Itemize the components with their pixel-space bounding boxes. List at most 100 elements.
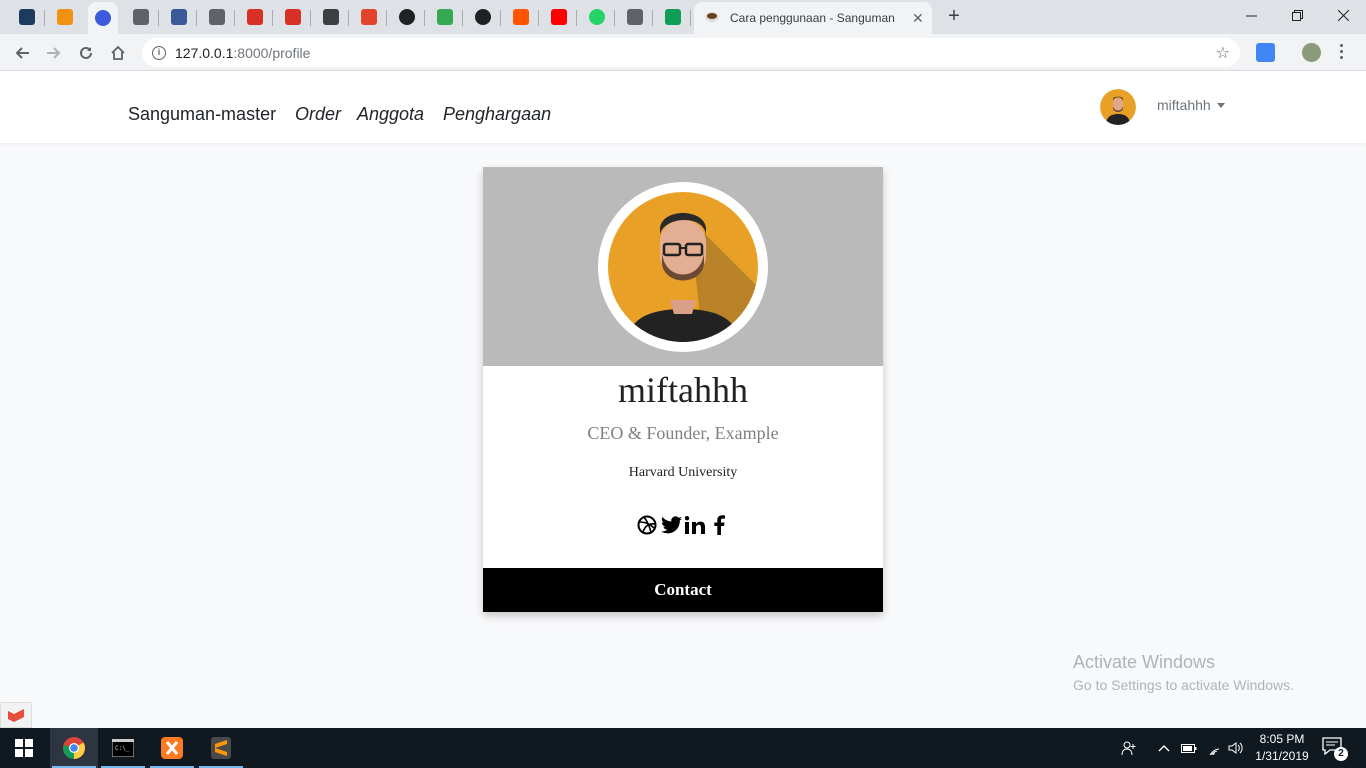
youtube-icon bbox=[551, 9, 567, 25]
pinned-tab[interactable] bbox=[126, 4, 159, 30]
tab-separator bbox=[652, 10, 653, 26]
mail-icon bbox=[19, 9, 35, 25]
tab-separator bbox=[44, 10, 45, 26]
pinned-tab[interactable] bbox=[582, 4, 615, 30]
xampp-icon[interactable] bbox=[148, 728, 196, 768]
site-navbar: Sanguman-master Order Anggota Penghargaa… bbox=[0, 71, 1366, 143]
battery-icon[interactable] bbox=[1180, 728, 1198, 768]
pinned-tab[interactable] bbox=[164, 4, 197, 30]
restore-icon[interactable] bbox=[1274, 0, 1320, 30]
profile-avatar-image bbox=[598, 182, 768, 352]
tab-title: Cara penggunaan - Sanguman bbox=[730, 11, 895, 25]
tab-separator bbox=[614, 10, 615, 26]
nav-link-penghargaan[interactable]: Penghargaan bbox=[443, 104, 551, 125]
activate-windows-subtitle: Go to Settings to activate Windows. bbox=[1073, 677, 1294, 693]
volume-icon[interactable] bbox=[1227, 728, 1245, 768]
wifi-icon[interactable] bbox=[1205, 728, 1223, 768]
nav-link-order[interactable]: Order bbox=[295, 104, 341, 125]
active-browser-tab[interactable]: Cara penggunaan - Sanguman ✕ bbox=[694, 2, 932, 34]
profile-card: miftahhh CEO & Founder, Example Harvard … bbox=[483, 167, 883, 612]
pinned-tab[interactable] bbox=[88, 2, 118, 34]
pinned-tab[interactable] bbox=[12, 4, 45, 30]
tab-separator bbox=[462, 10, 463, 26]
profile-organization: Harvard University bbox=[628, 465, 738, 480]
linkedin-icon[interactable] bbox=[684, 514, 706, 536]
navbar-avatar[interactable] bbox=[1100, 89, 1136, 125]
pinned-tab[interactable] bbox=[240, 4, 273, 30]
reload-icon[interactable] bbox=[73, 40, 99, 66]
laravel-debug-icon[interactable] bbox=[0, 702, 32, 728]
forward-arrow-icon[interactable] bbox=[41, 40, 67, 66]
google-translate-icon[interactable] bbox=[1256, 43, 1275, 62]
mountain-icon bbox=[437, 9, 453, 25]
clock-date: 1/31/2019 bbox=[1255, 749, 1309, 763]
tab-separator bbox=[500, 10, 501, 26]
close-window-icon[interactable] bbox=[1320, 0, 1366, 30]
gmail-icon bbox=[247, 9, 263, 25]
pinned-tab[interactable] bbox=[430, 4, 463, 30]
windows-start-icon[interactable] bbox=[0, 728, 48, 768]
tab-separator bbox=[348, 10, 349, 26]
sublime-text-icon[interactable] bbox=[197, 728, 245, 768]
bookmark-star-icon[interactable]: ☆ bbox=[1216, 43, 1230, 63]
pinned-tab[interactable] bbox=[392, 4, 425, 30]
pinned-tab[interactable] bbox=[506, 4, 539, 30]
people-icon[interactable] bbox=[1118, 728, 1140, 768]
close-tab-icon[interactable]: ✕ bbox=[912, 10, 924, 27]
tab-separator bbox=[272, 10, 273, 26]
gmail-icon bbox=[285, 9, 301, 25]
github-icon bbox=[399, 9, 415, 25]
url-path: :8000/profile bbox=[233, 44, 311, 61]
new-tab-button[interactable]: + bbox=[942, 5, 966, 29]
dribbble-icon[interactable] bbox=[636, 514, 658, 536]
pinned-tab[interactable] bbox=[354, 4, 387, 30]
clock-time: 8:05 PM bbox=[1259, 732, 1305, 746]
card-header bbox=[483, 167, 883, 366]
user-dropdown[interactable]: miftahhh bbox=[1157, 97, 1225, 113]
tab-separator bbox=[310, 10, 311, 26]
pinned-tab[interactable] bbox=[468, 4, 501, 30]
check-circle-icon bbox=[475, 9, 491, 25]
navbar-brand[interactable]: Sanguman-master bbox=[128, 104, 276, 125]
pinned-tab[interactable] bbox=[620, 4, 653, 30]
username-label: miftahhh bbox=[1157, 97, 1211, 113]
windows-taskbar: C:\_ 8:05 PM 1/31/2019 2 bbox=[0, 728, 1366, 768]
minimize-icon[interactable] bbox=[1228, 0, 1274, 30]
pinned-tab[interactable] bbox=[202, 4, 235, 30]
facebook-icon[interactable] bbox=[708, 514, 730, 536]
blank-page-icon bbox=[627, 9, 643, 25]
terminal-icon[interactable]: C:\_ bbox=[99, 728, 147, 768]
profile-name: miftahhh bbox=[618, 370, 748, 410]
circle-app-icon bbox=[95, 10, 111, 26]
system-clock[interactable]: 8:05 PM 1/31/2019 bbox=[1246, 731, 1318, 765]
back-arrow-icon[interactable] bbox=[9, 40, 35, 66]
pinned-tab[interactable] bbox=[544, 4, 577, 30]
tab-separator bbox=[196, 10, 197, 26]
gitlab-icon bbox=[361, 9, 377, 25]
tab-separator bbox=[386, 10, 387, 26]
pinned-tab[interactable] bbox=[316, 4, 349, 30]
pinned-tab[interactable] bbox=[278, 4, 311, 30]
twitter-icon[interactable] bbox=[660, 514, 682, 536]
nav-link-anggota[interactable]: Anggota bbox=[357, 104, 424, 125]
profile-title: CEO & Founder, Example bbox=[587, 423, 779, 443]
tab-separator bbox=[690, 10, 691, 26]
chrome-icon[interactable] bbox=[50, 728, 98, 768]
chevron-up-icon[interactable] bbox=[1156, 728, 1172, 768]
caret-down-icon bbox=[1216, 103, 1225, 108]
sheets-icon bbox=[665, 9, 681, 25]
pinned-tab[interactable] bbox=[658, 4, 691, 30]
tab-separator bbox=[158, 10, 159, 26]
contact-button[interactable]: Contact bbox=[483, 568, 883, 612]
action-center-icon[interactable]: 2 bbox=[1322, 737, 1348, 761]
address-bar[interactable]: i 127.0.0.1:8000/profile ☆ bbox=[142, 38, 1240, 67]
profile-avatar-icon[interactable] bbox=[1302, 43, 1321, 62]
home-icon[interactable] bbox=[105, 40, 131, 66]
stripes-icon bbox=[323, 9, 339, 25]
pinned-tab[interactable] bbox=[50, 4, 80, 30]
browser-tab-strip: Cara penggunaan - Sanguman ✕ + bbox=[0, 0, 1366, 34]
tab-separator bbox=[576, 10, 577, 26]
menu-dots-icon[interactable] bbox=[1340, 44, 1344, 62]
info-icon[interactable]: i bbox=[152, 45, 166, 60]
tab-separator bbox=[538, 10, 539, 26]
